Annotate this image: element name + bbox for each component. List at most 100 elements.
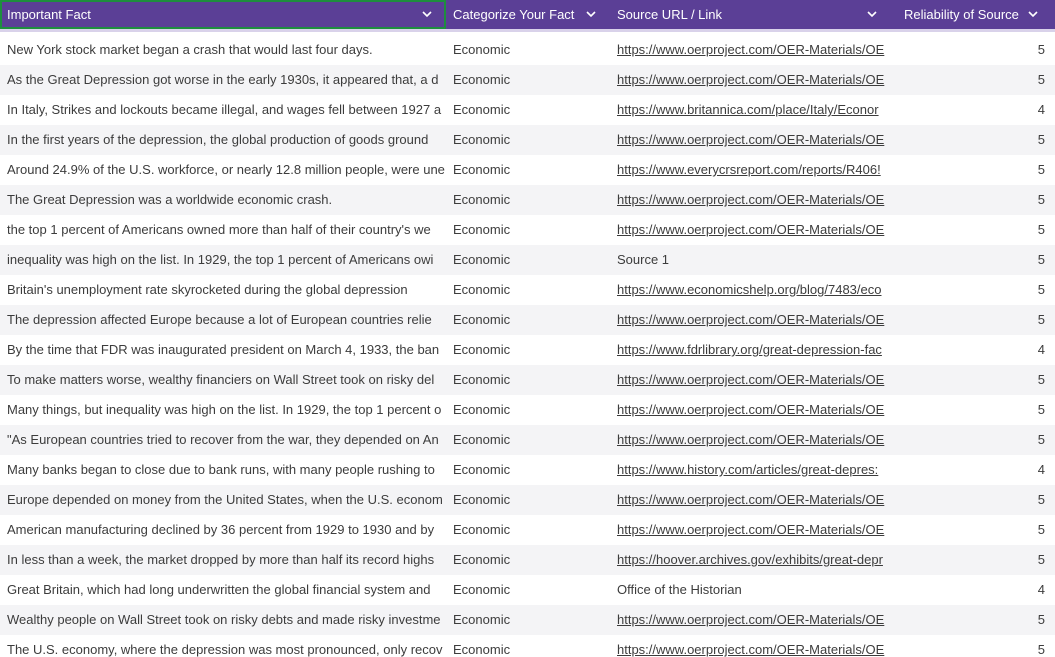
source-cell[interactable]: Source 1 [610,245,897,275]
category-cell[interactable]: Economic [446,245,610,275]
category-cell[interactable]: Economic [446,485,610,515]
source-link[interactable]: https://www.oerproject.com/OER-Materials… [617,132,884,147]
source-cell[interactable]: https://www.oerproject.com/OER-Materials… [610,605,897,635]
reliability-cell[interactable]: 5 [897,545,1055,575]
fact-cell[interactable]: By the time that FDR was inaugurated pre… [0,335,446,365]
fact-cell[interactable]: Britain's unemployment rate skyrocketed … [0,275,446,305]
fact-cell[interactable]: The U.S. economy, where the depression w… [0,635,446,657]
source-cell[interactable]: https://www.oerproject.com/OER-Materials… [610,635,897,657]
reliability-cell[interactable]: 5 [897,155,1055,185]
source-cell[interactable]: https://www.oerproject.com/OER-Materials… [610,125,897,155]
category-cell[interactable]: Economic [446,125,610,155]
source-cell[interactable]: https://www.history.com/articles/great-d… [610,455,897,485]
column-header-reliability[interactable]: Reliability of Source [897,0,1055,29]
source-cell[interactable]: https://www.economicshelp.org/blog/7483/… [610,275,897,305]
fact-cell[interactable]: Wealthy people on Wall Street took on ri… [0,605,446,635]
reliability-cell[interactable]: 5 [897,635,1055,657]
chevron-down-icon[interactable] [421,8,433,20]
source-link[interactable]: https://www.oerproject.com/OER-Materials… [617,432,884,447]
reliability-cell[interactable]: 5 [897,275,1055,305]
source-link[interactable]: https://www.economicshelp.org/blog/7483/… [617,282,882,297]
reliability-cell[interactable]: 5 [897,605,1055,635]
source-cell[interactable]: https://www.oerproject.com/OER-Materials… [610,185,897,215]
reliability-cell[interactable]: 5 [897,425,1055,455]
source-cell[interactable]: https://www.oerproject.com/OER-Materials… [610,365,897,395]
reliability-cell[interactable]: 4 [897,95,1055,125]
source-link[interactable]: https://www.history.com/articles/great-d… [617,462,878,477]
category-cell[interactable]: Economic [446,335,610,365]
category-cell[interactable]: Economic [446,185,610,215]
category-cell[interactable]: Economic [446,545,610,575]
reliability-cell[interactable]: 5 [897,485,1055,515]
reliability-cell[interactable]: 5 [897,365,1055,395]
source-link[interactable]: https://www.oerproject.com/OER-Materials… [617,372,884,387]
source-link[interactable]: https://www.oerproject.com/OER-Materials… [617,222,884,237]
source-cell[interactable]: https://www.oerproject.com/OER-Materials… [610,35,897,65]
source-link[interactable]: https://www.everycrsreport.com/reports/R… [617,162,881,177]
category-cell[interactable]: Economic [446,65,610,95]
category-cell[interactable]: Economic [446,155,610,185]
category-cell[interactable]: Economic [446,275,610,305]
source-link[interactable]: https://www.oerproject.com/OER-Materials… [617,192,884,207]
fact-cell[interactable]: Great Britain, which had long underwritt… [0,575,446,605]
category-cell[interactable]: Economic [446,605,610,635]
reliability-cell[interactable]: 5 [897,215,1055,245]
reliability-cell[interactable]: 4 [897,575,1055,605]
reliability-cell[interactable]: 5 [897,515,1055,545]
fact-cell[interactable]: As the Great Depression got worse in the… [0,65,446,95]
source-cell[interactable]: https://www.oerproject.com/OER-Materials… [610,395,897,425]
reliability-cell[interactable]: 4 [897,455,1055,485]
category-cell[interactable]: Economic [446,35,610,65]
category-cell[interactable]: Economic [446,635,610,657]
fact-cell[interactable]: Many banks began to close due to bank ru… [0,455,446,485]
source-link[interactable]: https://www.fdrlibrary.org/great-depress… [617,342,882,357]
source-link[interactable]: https://www.oerproject.com/OER-Materials… [617,312,884,327]
category-cell[interactable]: Economic [446,425,610,455]
fact-cell[interactable]: New York stock market began a crash that… [0,35,446,65]
source-cell[interactable]: https://www.everycrsreport.com/reports/R… [610,155,897,185]
source-link[interactable]: https://www.oerproject.com/OER-Materials… [617,642,884,657]
chevron-down-icon[interactable] [585,8,597,20]
source-cell[interactable]: https://hoover.archives.gov/exhibits/gre… [610,545,897,575]
source-cell[interactable]: https://www.britannica.com/place/Italy/E… [610,95,897,125]
reliability-cell[interactable]: 5 [897,305,1055,335]
source-cell[interactable]: https://www.oerproject.com/OER-Materials… [610,515,897,545]
reliability-cell[interactable]: 4 [897,335,1055,365]
fact-cell[interactable]: The Great Depression was a worldwide eco… [0,185,446,215]
source-cell[interactable]: Office of the Historian [610,575,897,605]
reliability-cell[interactable]: 5 [897,245,1055,275]
fact-cell[interactable]: In Italy, Strikes and lockouts became il… [0,95,446,125]
source-cell[interactable]: https://www.fdrlibrary.org/great-depress… [610,335,897,365]
reliability-cell[interactable]: 5 [897,185,1055,215]
source-cell[interactable]: https://www.oerproject.com/OER-Materials… [610,305,897,335]
source-link[interactable]: https://www.oerproject.com/OER-Materials… [617,522,884,537]
source-link[interactable]: https://www.oerproject.com/OER-Materials… [617,612,884,627]
source-cell[interactable]: https://www.oerproject.com/OER-Materials… [610,485,897,515]
source-link[interactable]: https://hoover.archives.gov/exhibits/gre… [617,552,883,567]
source-link[interactable]: https://www.oerproject.com/OER-Materials… [617,492,884,507]
column-header-important-fact[interactable]: Important Fact [0,0,446,29]
category-cell[interactable]: Economic [446,215,610,245]
category-cell[interactable]: Economic [446,515,610,545]
fact-cell[interactable]: In the first years of the depression, th… [0,125,446,155]
category-cell[interactable]: Economic [446,575,610,605]
column-header-category[interactable]: Categorize Your Fact [446,0,610,29]
source-cell[interactable]: https://www.oerproject.com/OER-Materials… [610,425,897,455]
chevron-down-icon[interactable] [1027,8,1039,20]
fact-cell[interactable]: inequality was high on the list. In 1929… [0,245,446,275]
reliability-cell[interactable]: 5 [897,125,1055,155]
fact-cell[interactable]: Around 24.9% of the U.S. workforce, or n… [0,155,446,185]
category-cell[interactable]: Economic [446,455,610,485]
category-cell[interactable]: Economic [446,95,610,125]
fact-cell[interactable]: "As European countries tried to recover … [0,425,446,455]
source-link[interactable]: https://www.oerproject.com/OER-Materials… [617,42,884,57]
category-cell[interactable]: Economic [446,305,610,335]
fact-cell[interactable]: Europe depended on money from the United… [0,485,446,515]
fact-cell[interactable]: the top 1 percent of Americans owned mor… [0,215,446,245]
category-cell[interactable]: Economic [446,365,610,395]
fact-cell[interactable]: In less than a week, the market dropped … [0,545,446,575]
source-link[interactable]: https://www.britannica.com/place/Italy/E… [617,102,879,117]
category-cell[interactable]: Economic [446,395,610,425]
fact-cell[interactable]: American manufacturing declined by 36 pe… [0,515,446,545]
reliability-cell[interactable]: 5 [897,395,1055,425]
